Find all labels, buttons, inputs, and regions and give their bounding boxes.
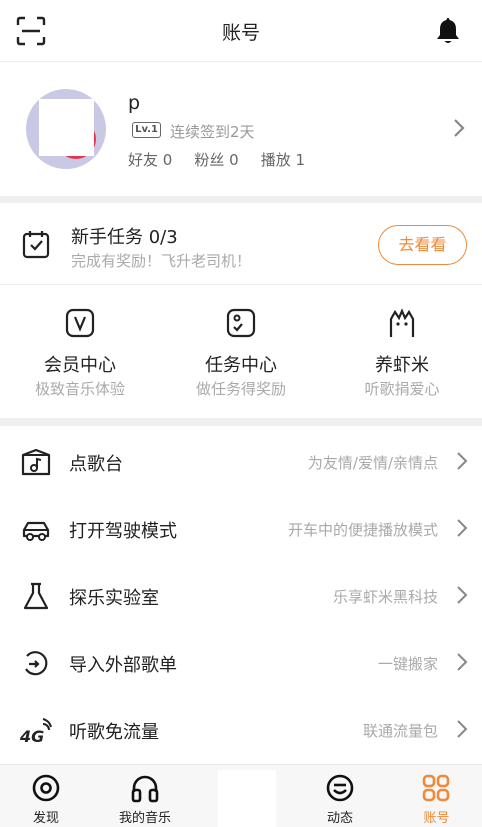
page-title: 账号: [221, 22, 260, 44]
center-play-slot[interactable]: [218, 770, 276, 827]
feature-tiles: 会员中心 极致音乐体验 任务中心 做任务得奖励 养虾米 听歌捐爱心: [0, 285, 482, 418]
tile-subtitle: 极致音乐体验: [34, 380, 125, 398]
tile-title: 任务中心: [205, 355, 277, 376]
stat-fans[interactable]: 粉丝 0: [194, 149, 238, 170]
tab-label: 发现: [32, 811, 59, 826]
tile-subtitle: 听歌捐爱心: [364, 380, 440, 398]
stat-plays[interactable]: 播放 1: [261, 149, 305, 170]
profile-card[interactable]: p Lv.1 连续签到2天 好友 0 粉丝 0 播放 1: [0, 62, 482, 196]
feed-icon: [326, 774, 354, 802]
section-divider: [0, 196, 482, 203]
tab-my-music[interactable]: 我的音乐: [100, 765, 190, 827]
4g-icon: 4G: [20, 718, 52, 745]
menu-item-import-playlist[interactable]: 导入外部歌单 一键搬家: [0, 629, 482, 696]
newbie-task-title: 新手任务 0/3: [71, 227, 178, 248]
headphones-icon: [131, 775, 159, 803]
avatar[interactable]: [26, 89, 106, 169]
username: p: [128, 92, 141, 114]
newbie-task-row[interactable]: 新手任务 0/3 完成有奖励！飞升老司机！ 去看看: [0, 203, 482, 285]
calendar-check-icon: [22, 231, 50, 259]
bell-icon[interactable]: [434, 16, 462, 46]
go-see-button[interactable]: 去看看: [378, 225, 467, 265]
profile-stats: 好友 0 粉丝 0 播放 1: [128, 149, 305, 170]
chevron-right-icon: [457, 452, 468, 470]
tile-title: 会员中心: [44, 355, 116, 376]
chevron-right-icon: [457, 519, 468, 537]
menu-item-song-request[interactable]: 点歌台 为友情/爱情/亲情点: [0, 428, 482, 495]
chevron-right-icon: [457, 720, 468, 738]
tile-subtitle: 做任务得奖励: [195, 380, 286, 398]
tile-vip-center[interactable]: 会员中心 极致音乐体验: [0, 285, 160, 418]
shrimp-icon: [389, 308, 415, 337]
menu-item-free-data[interactable]: 4G 听歌免流量 联通流量包: [0, 696, 482, 763]
newbie-task-subtitle: 完成有奖励！飞升老司机！: [71, 252, 252, 270]
menu-label: 打开驾驶模式: [69, 521, 177, 542]
tab-feed[interactable]: 动态: [295, 765, 385, 827]
car-icon: [22, 521, 50, 541]
task-icon: [226, 308, 256, 338]
chevron-right-icon: [457, 653, 468, 671]
tab-account[interactable]: 账号: [391, 765, 482, 827]
menu-hint: 联通流量包: [362, 722, 438, 740]
top-bar: 账号: [0, 0, 482, 62]
menu-item-driving-mode[interactable]: 打开驾驶模式 开车中的便捷播放模式: [0, 495, 482, 562]
tile-task-center[interactable]: 任务中心 做任务得奖励: [161, 285, 321, 418]
menu-hint: 一键搬家: [377, 655, 438, 673]
tile-title: 养虾米: [375, 355, 429, 376]
tab-discover[interactable]: 发现: [0, 765, 92, 827]
tile-raise-shrimp[interactable]: 养虾米 听歌捐爱心: [322, 285, 482, 418]
flask-icon: [23, 582, 49, 610]
menu-label: 导入外部歌单: [69, 655, 177, 676]
music-box-icon: [21, 448, 51, 476]
svg-text:4G: 4G: [20, 727, 44, 745]
tab-label: 动态: [326, 811, 353, 826]
account-grid-icon: [422, 774, 450, 802]
level-badge: Lv.1: [132, 122, 161, 138]
menu-label: 探乐实验室: [69, 588, 159, 609]
menu-label: 听歌免流量: [69, 722, 159, 743]
vip-icon: [65, 308, 95, 338]
checkin-status: 连续签到2天: [170, 123, 255, 141]
menu-hint: 为友情/爱情/亲情点: [307, 454, 438, 472]
discover-icon: [32, 774, 60, 802]
import-icon: [25, 651, 48, 676]
tab-label: 账号: [423, 811, 450, 826]
chevron-right-icon: [454, 119, 465, 137]
menu-item-lab[interactable]: 探乐实验室 乐享虾米黑科技: [0, 562, 482, 629]
menu-hint: 开车中的便捷播放模式: [287, 521, 438, 539]
chevron-right-icon: [457, 586, 468, 604]
menu-hint: 乐享虾米黑科技: [332, 588, 438, 606]
stat-friends[interactable]: 好友 0: [128, 149, 172, 170]
tab-label: 我的音乐: [118, 811, 171, 826]
menu-label: 点歌台: [69, 454, 123, 475]
section-divider: [0, 418, 482, 426]
